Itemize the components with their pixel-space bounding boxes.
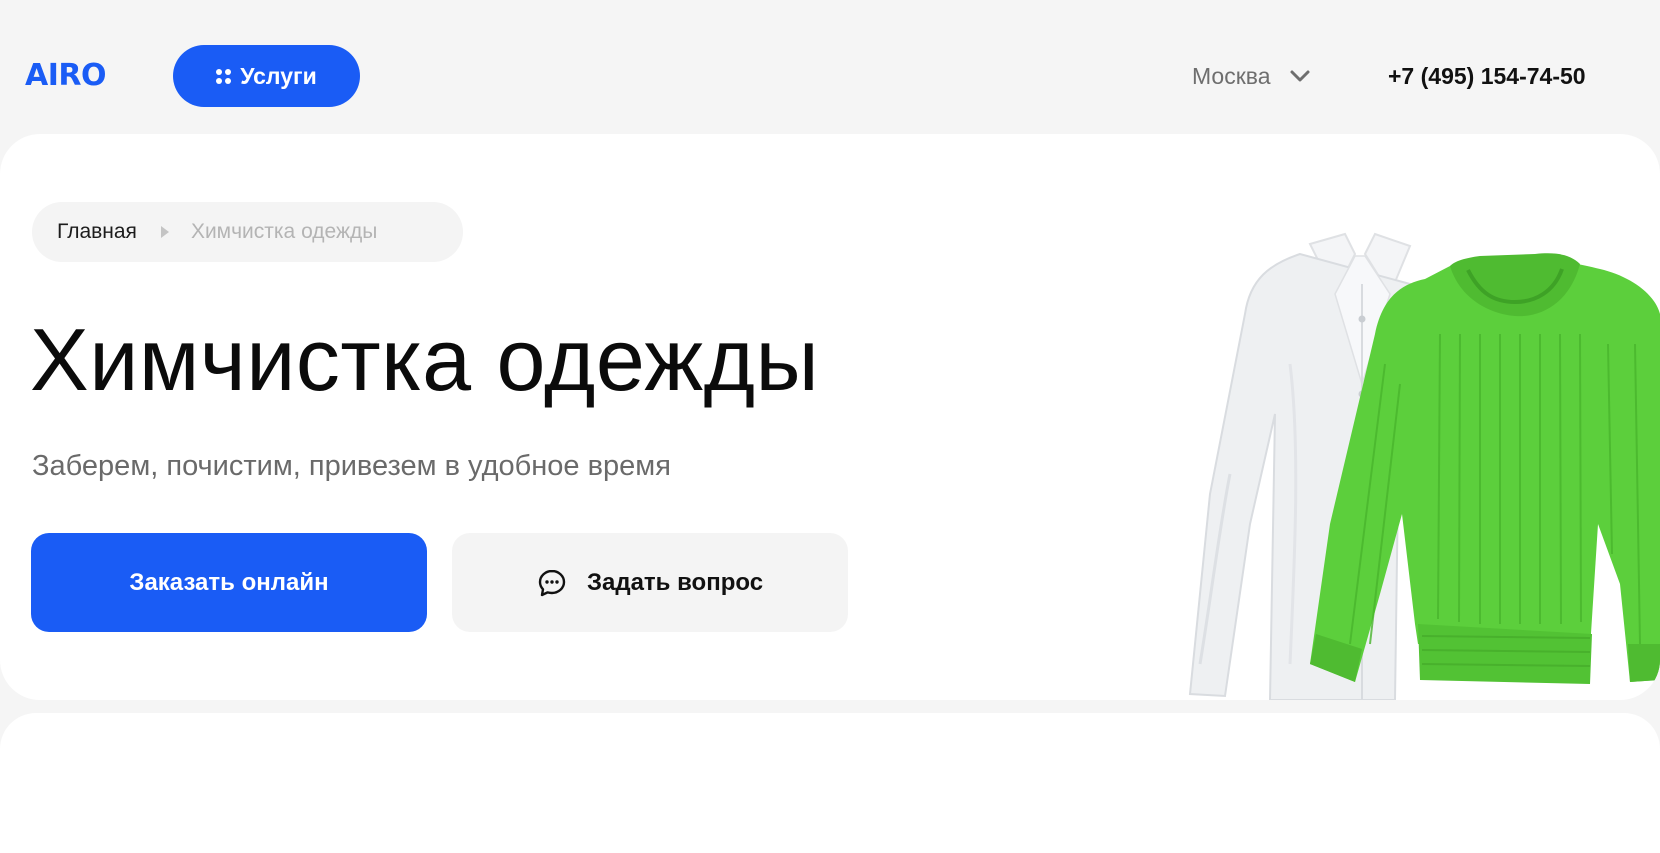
phone-link[interactable]: +7 (495) 154-74-50: [1388, 58, 1586, 94]
ask-question-button[interactable]: Задать вопрос: [452, 533, 848, 632]
page-subtitle: Заберем, почистим, привезем в удобное вр…: [32, 450, 671, 482]
site-header: AIRO Услуги Москва +7 (495) 154-74-50: [0, 0, 1660, 134]
breadcrumb-home-link[interactable]: Главная: [57, 220, 137, 244]
content-card: [0, 713, 1660, 853]
chevron-down-icon: [1290, 70, 1310, 82]
city-selector[interactable]: Москва: [1192, 58, 1311, 94]
order-online-button[interactable]: Заказать онлайн: [31, 533, 427, 632]
services-button-label: Услуги: [240, 62, 317, 89]
page-title: Химчистка одежды: [30, 310, 820, 409]
chat-bubble-icon: [538, 569, 566, 596]
logo[interactable]: AIRO: [25, 56, 106, 96]
breadcrumb-current: Химчистка одежды: [190, 220, 378, 243]
breadcrumb: Главная Химчистка одежды: [32, 202, 463, 262]
clothes-illustration: [1188, 232, 1660, 700]
services-button[interactable]: Услуги: [173, 45, 360, 107]
ask-question-label: Задать вопрос: [586, 568, 764, 596]
caret-right-icon: [160, 226, 169, 238]
city-label: Москва: [1192, 62, 1271, 89]
hero-section: Главная Химчистка одежды Химчистка одежд…: [0, 134, 1660, 700]
grid-dots-icon: [216, 68, 232, 84]
